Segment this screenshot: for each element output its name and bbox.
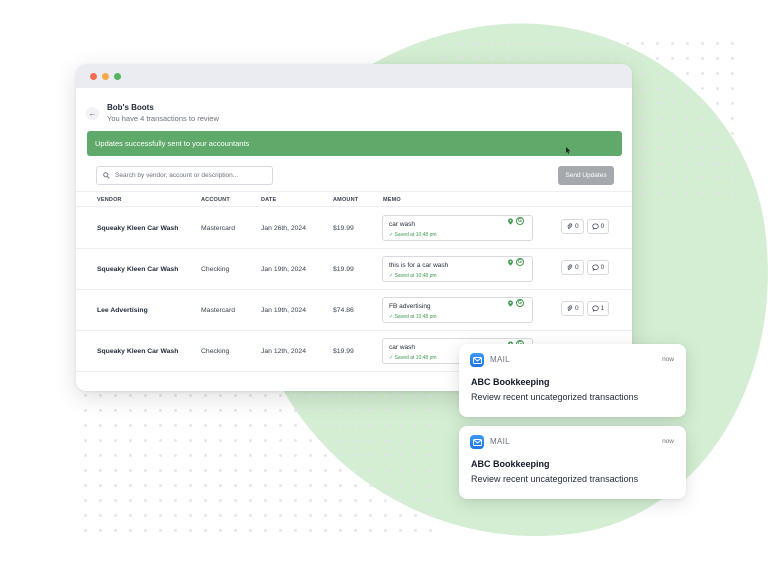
back-arrow-icon[interactable]: ← — [86, 107, 99, 120]
row-actions: 0 1 — [561, 301, 610, 316]
header-text: Bob's Boots You have 4 transactions to r… — [107, 102, 219, 125]
mail-notification[interactable]: MAIL now ABC Bookkeeping Review recent u… — [459, 344, 686, 417]
table-row[interactable]: Lee Advertising Mastercard Jan 19th, 202… — [76, 290, 632, 331]
memo-icons: G — [507, 299, 524, 307]
table-header: VENDOR ACCOUNT DATE AMOUNT MEMO — [76, 191, 632, 207]
page-subtitle: You have 4 transactions to review — [107, 114, 219, 123]
column-header-memo: MEMO — [383, 197, 401, 203]
window-titlebar — [76, 64, 632, 88]
row-actions: 0 0 — [561, 219, 610, 234]
mail-app-icon — [470, 435, 484, 449]
column-header-vendor: VENDOR — [97, 197, 122, 203]
table-row[interactable]: Squeaky Kleen Car Wash Mastercard Jan 26… — [76, 208, 632, 249]
comments-button[interactable]: 0 — [586, 219, 610, 234]
search-box[interactable] — [96, 166, 273, 185]
vendor-cell: Squeaky Kleen Car Wash — [97, 348, 179, 355]
attachments-button[interactable]: 0 — [561, 219, 584, 234]
amount-cell: $19.99 — [333, 348, 354, 355]
saved-status: ✓ Saved at 10:48 pm — [389, 273, 437, 279]
memo-text: this is for a car wash — [389, 262, 449, 269]
paperclip-icon — [567, 223, 573, 229]
saved-status: ✓ Saved at 10:48 pm — [389, 232, 437, 238]
location-pin-icon[interactable] — [507, 258, 514, 266]
memo-text: car wash — [389, 221, 416, 228]
sync-status-icon[interactable]: G — [516, 217, 524, 225]
notification-app-name: MAIL — [490, 355, 510, 364]
mail-notification[interactable]: MAIL now ABC Bookkeeping Review recent u… — [459, 426, 686, 499]
success-banner: Updates successfully sent to your accoun… — [87, 131, 622, 156]
notification-time: now — [662, 356, 674, 363]
attachment-count: 0 — [575, 223, 579, 230]
amount-cell: $19.99 — [333, 225, 354, 232]
memo-field[interactable]: car wash ✓ Saved at 10:48 pm G — [382, 215, 533, 241]
date-cell: Jan 19th, 2024 — [261, 266, 306, 273]
search-icon — [103, 172, 110, 179]
attachments-button[interactable]: 0 — [561, 260, 584, 275]
comment-bubble-icon — [591, 264, 599, 271]
account-cell: Mastercard — [201, 225, 235, 232]
paperclip-icon — [567, 264, 573, 270]
app-window: ← Bob's Boots You have 4 transactions to… — [76, 64, 632, 391]
location-pin-icon[interactable] — [507, 299, 514, 307]
minimize-window-dot[interactable] — [102, 72, 109, 80]
close-window-dot[interactable] — [90, 72, 97, 80]
account-cell: Mastercard — [201, 307, 235, 314]
row-actions: 0 0 — [561, 260, 610, 275]
column-header-date: DATE — [261, 197, 277, 203]
attachment-count: 0 — [575, 264, 579, 271]
memo-text: FB advertising — [389, 303, 431, 310]
search-input[interactable] — [115, 172, 265, 179]
comment-count: 0 — [600, 223, 605, 230]
date-cell: Jan 19th, 2024 — [261, 307, 306, 314]
memo-field[interactable]: this is for a car wash ✓ Saved at 10:48 … — [382, 256, 533, 282]
amount-cell: $19.99 — [333, 266, 354, 273]
column-header-account: ACCOUNT — [201, 197, 230, 203]
send-updates-button[interactable]: Send Updates — [558, 166, 614, 185]
notification-title: ABC Bookkeeping — [471, 377, 550, 387]
date-cell: Jan 12th, 2024 — [261, 348, 306, 355]
attachment-count: 0 — [575, 305, 579, 312]
comment-bubble-icon — [591, 305, 599, 312]
comments-button[interactable]: 0 — [586, 260, 610, 275]
notification-body: Review recent uncategorized transactions — [471, 474, 639, 484]
column-header-amount: AMOUNT — [333, 197, 359, 203]
memo-text: car wash — [389, 344, 416, 351]
vendor-cell: Squeaky Kleen Car Wash — [97, 225, 179, 232]
memo-icons: G — [507, 258, 524, 266]
table-row[interactable]: Squeaky Kleen Car Wash Checking Jan 19th… — [76, 249, 632, 290]
comment-count: 0 — [600, 264, 605, 271]
mail-app-icon — [470, 353, 484, 367]
dot-pattern — [78, 388, 438, 538]
saved-status: ✓ Saved at 10:48 pm — [389, 355, 437, 361]
saved-status: ✓ Saved at 10:48 pm — [389, 314, 437, 320]
date-cell: Jan 26th, 2024 — [261, 225, 306, 232]
sync-status-icon[interactable]: G — [516, 299, 524, 307]
comments-button[interactable]: 1 — [586, 301, 610, 316]
account-cell: Checking — [201, 348, 230, 355]
memo-field[interactable]: FB advertising ✓ Saved at 10:48 pm G — [382, 297, 533, 323]
vendor-cell: Squeaky Kleen Car Wash — [97, 266, 179, 273]
comment-bubble-icon — [591, 223, 599, 230]
account-cell: Checking — [201, 266, 230, 273]
notification-app-name: MAIL — [490, 437, 510, 446]
comment-count: 1 — [600, 305, 605, 312]
notification-title: ABC Bookkeeping — [471, 459, 550, 469]
sync-status-icon[interactable]: G — [516, 258, 524, 266]
stage: ← Bob's Boots You have 4 transactions to… — [0, 0, 768, 570]
notification-body: Review recent uncategorized transactions — [471, 392, 639, 402]
attachments-button[interactable]: 0 — [561, 301, 584, 316]
memo-icons: G — [507, 217, 524, 225]
page-header: ← Bob's Boots You have 4 transactions to… — [86, 102, 219, 125]
vendor-cell: Lee Advertising — [97, 307, 148, 314]
location-pin-icon[interactable] — [507, 217, 514, 225]
maximize-window-dot[interactable] — [114, 72, 121, 80]
page-title: Bob's Boots — [107, 103, 154, 112]
paperclip-icon — [567, 305, 573, 311]
notification-time: now — [662, 438, 674, 445]
mouse-cursor-icon — [566, 147, 571, 154]
amount-cell: $74.86 — [333, 307, 354, 314]
